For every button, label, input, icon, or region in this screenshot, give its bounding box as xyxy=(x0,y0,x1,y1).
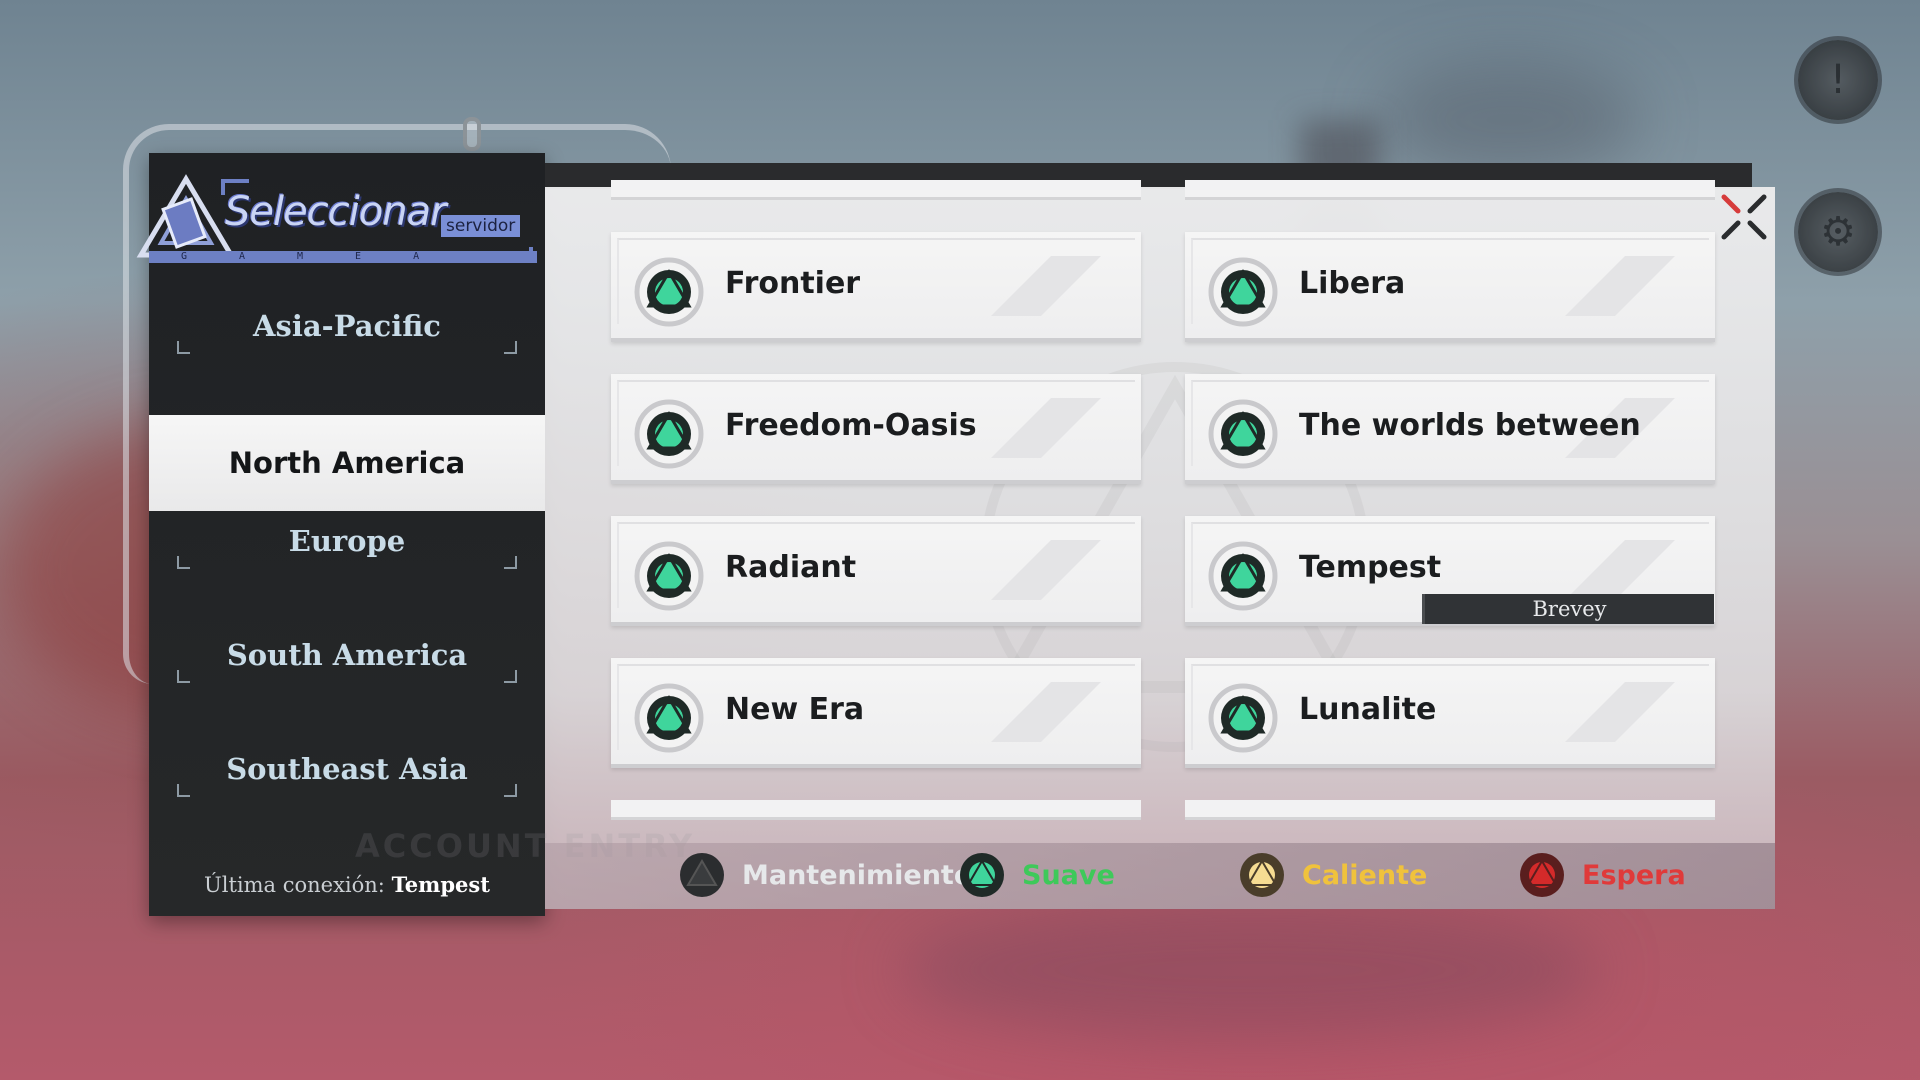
legend-label: Caliente xyxy=(1302,859,1428,891)
card-decor xyxy=(991,540,1101,600)
card-decor xyxy=(991,256,1101,316)
card-decor xyxy=(1565,540,1675,600)
server-card-partial xyxy=(1185,800,1715,820)
region-label: North America xyxy=(228,446,466,480)
status-suave-icon xyxy=(1208,683,1278,753)
status-wait-icon xyxy=(1520,853,1564,897)
region-south-america[interactable]: South America xyxy=(149,605,545,705)
gear-icon: ⚙ xyxy=(1820,209,1856,255)
region-label: Southeast Asia xyxy=(226,752,468,786)
settings-button[interactable]: ⚙ xyxy=(1798,192,1878,272)
corner-mark xyxy=(177,341,190,354)
region-label: Europe xyxy=(288,524,406,558)
card-decor xyxy=(991,398,1101,458)
status-suave-icon xyxy=(1208,541,1278,611)
server-card-lunalite[interactable]: Lunalite xyxy=(1185,658,1715,768)
last-connection-label: Última conexión: xyxy=(204,873,385,897)
legend-maintenance: Mantenimiento xyxy=(678,845,972,905)
last-login-tag: Brevey xyxy=(1422,594,1714,624)
corner-mark xyxy=(504,784,517,797)
server-name: Freedom-Oasis xyxy=(725,408,977,443)
status-suave-icon xyxy=(634,399,704,469)
status-maintenance-icon xyxy=(680,853,724,897)
server-card-the-worlds-between[interactable]: The worlds between xyxy=(1185,374,1715,484)
logo-bracket xyxy=(505,247,533,263)
server-name: Libera xyxy=(1299,266,1406,301)
legend-label: Suave xyxy=(1022,859,1115,891)
server-name: Radiant xyxy=(725,550,857,585)
server-card-partial xyxy=(611,180,1141,200)
background-blur xyxy=(1380,60,1640,180)
corner-mark xyxy=(504,670,517,683)
frame-clip xyxy=(463,117,481,151)
server-name: Frontier xyxy=(725,266,861,301)
server-name: Tempest xyxy=(1299,550,1442,585)
server-card-frontier[interactable]: Frontier xyxy=(611,232,1141,342)
corner-mark xyxy=(177,670,190,683)
legend-wait: Espera xyxy=(1518,845,1686,905)
region-label: South America xyxy=(226,638,468,672)
server-name: Lunalite xyxy=(1299,692,1437,727)
server-card-new-era[interactable]: New Era xyxy=(611,658,1141,768)
corner-mark xyxy=(177,556,190,569)
region-sidebar: Seleccionar servidor GAMEA Asia-Pacific … xyxy=(136,153,545,916)
exclamation-icon: ! xyxy=(1829,57,1847,103)
legend-hot: Caliente xyxy=(1238,845,1427,905)
status-hot-icon xyxy=(1240,853,1284,897)
status-suave-icon xyxy=(634,257,704,327)
logo-title: Seleccionar xyxy=(225,189,447,235)
close-icon xyxy=(1721,194,1767,240)
server-name: The worlds between xyxy=(1299,408,1641,443)
server-card-libera[interactable]: Libera xyxy=(1185,232,1715,342)
logo-bar: GAMEA xyxy=(149,251,537,263)
server-card-partial xyxy=(611,800,1141,820)
corner-mark xyxy=(504,556,517,569)
close-button[interactable] xyxy=(1720,193,1768,241)
region-label: Asia-Pacific xyxy=(253,309,441,343)
logo: Seleccionar servidor GAMEA xyxy=(136,153,545,275)
status-suave-icon xyxy=(634,541,704,611)
server-card-partial xyxy=(1185,180,1715,200)
server-card-radiant[interactable]: Radiant xyxy=(611,516,1141,626)
status-suave-icon xyxy=(634,683,704,753)
corner-mark xyxy=(177,784,190,797)
region-asia-pacific[interactable]: Asia-Pacific xyxy=(149,276,545,376)
status-suave-icon xyxy=(1208,257,1278,327)
region-europe[interactable]: Europe xyxy=(149,491,545,591)
region-southeast-asia[interactable]: Southeast Asia xyxy=(149,719,545,819)
logo-subtitle: servidor xyxy=(441,215,521,237)
last-connection-server: Tempest xyxy=(391,872,490,897)
logo-bracket xyxy=(221,179,249,195)
status-suave-icon xyxy=(960,853,1004,897)
server-card-freedom-oasis[interactable]: Freedom-Oasis xyxy=(611,374,1141,484)
server-name: New Era xyxy=(725,692,865,727)
last-connection: Última conexión: Tempest xyxy=(149,872,545,897)
legend-smooth: Suave xyxy=(958,845,1115,905)
corner-mark xyxy=(504,341,517,354)
card-decor xyxy=(1565,682,1675,742)
background-crowd xyxy=(900,900,1600,1040)
legend-label: Espera xyxy=(1582,859,1686,891)
status-suave-icon xyxy=(1208,399,1278,469)
card-decor xyxy=(991,682,1101,742)
info-button[interactable]: ! xyxy=(1798,40,1878,120)
legend-label: Mantenimiento xyxy=(742,859,973,891)
card-decor xyxy=(1565,256,1675,316)
